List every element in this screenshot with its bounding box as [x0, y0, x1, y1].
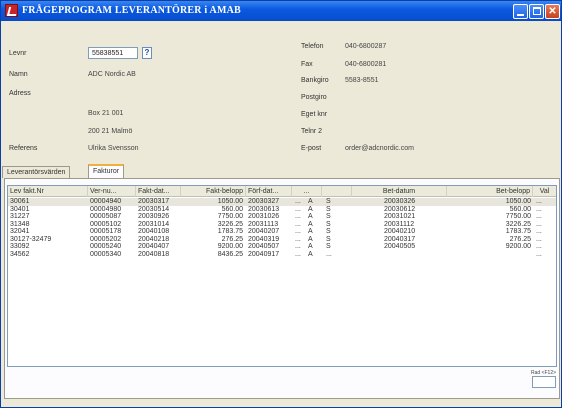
epost-value: order@adcnordic.com [345, 145, 414, 152]
rad-input[interactable] [532, 376, 556, 388]
title-bar[interactable]: FRÅGEPROGRAM LEVERANTÖRER i AMAB ✕ [1, 1, 561, 21]
col-header-ver-nr[interactable]: Ver-nu... [88, 186, 136, 197]
minimize-button[interactable] [513, 4, 528, 19]
col-header-fakt-belopp[interactable]: Fakt-belopp [181, 186, 246, 197]
cell-bet-datum [384, 251, 434, 259]
col-header-val[interactable]: Val [533, 186, 556, 197]
cell-lev-fakt-nr: 34562 [10, 250, 30, 258]
col-header-bet-belopp[interactable]: Bet-belopp [447, 186, 533, 197]
tab-leverantorsvarden[interactable]: Leverantörsvärden [2, 166, 71, 178]
col-header-bet-datum[interactable]: Bet-datum [352, 186, 447, 197]
cell-ver-nr: 00005340 [90, 250, 122, 258]
namn-value: ADC Nordic AB [88, 71, 136, 78]
close-icon: ✕ [548, 6, 557, 17]
levnr-label: Levnr [9, 50, 27, 57]
postgiro-label: Postgiro [301, 94, 327, 101]
epost-label: E-post [301, 145, 322, 152]
telefon-value: 040-6800287 [345, 43, 387, 50]
bankgiro-label: Bankgiro [301, 77, 329, 84]
levnr-input[interactable] [88, 47, 138, 59]
invoice-grid[interactable]: Lev fakt.Nr Ver-nu... Fakt-dat... Fakt-b… [7, 185, 557, 367]
referens-value: Ulrika Svensson [88, 145, 139, 152]
telefon-label: Telefon [301, 43, 324, 50]
app-logo-icon [5, 4, 18, 17]
window-title: FRÅGEPROGRAM LEVERANTÖRER i AMAB [22, 5, 241, 16]
fax-label: Fax [301, 61, 313, 68]
cell-val[interactable]: ... [536, 251, 554, 259]
cell-fakt-belopp: 8436.25 [217, 250, 243, 258]
cell-status-a: A [308, 250, 313, 258]
table-row[interactable]: 34562 00005340 20040818 8436.25 20040917... A… [8, 251, 556, 259]
col-header-fakt-dat[interactable]: Fakt-dat... [136, 186, 181, 197]
tab-strip: Leverantörsvärden Fakturor [1, 164, 561, 178]
referens-label: Referens [9, 145, 38, 152]
grid-header: Lev fakt.Nr Ver-nu... Fakt-dat... Fakt-b… [8, 186, 556, 197]
minimize-icon [517, 14, 524, 16]
close-button[interactable]: ✕ [545, 4, 560, 19]
cell-status-s: ... [326, 250, 332, 258]
levnr-lookup-button[interactable]: ? [142, 47, 152, 59]
cell-status-dots: ... [295, 250, 301, 258]
col-header-forf-dat[interactable]: Förf-dat... [246, 186, 292, 197]
adress-label: Adress [9, 90, 31, 97]
bankgiro-value: 5583-8551 [345, 77, 379, 84]
cell-forf-dat: 20040917 [248, 250, 280, 258]
fax-value: 040-6800281 [345, 61, 387, 68]
namn-label: Namn [9, 71, 28, 78]
adress-line2: 200 21 Malmö [88, 128, 133, 135]
tab-fakturor[interactable]: Fakturor [88, 164, 125, 178]
col-header-lev-fakt-nr[interactable]: Lev fakt.Nr [8, 186, 88, 197]
cell-bet-belopp [449, 251, 531, 259]
eget-knr-label: Eget knr [301, 111, 328, 118]
cell-fakt-dat: 20040818 [138, 250, 170, 258]
telnr2-label: Telnr 2 [301, 128, 323, 135]
maximize-button[interactable] [529, 4, 544, 19]
col-header-status[interactable]: ... [292, 186, 322, 197]
maximize-icon [533, 7, 541, 15]
adress-line1: Box 21 001 [88, 110, 124, 117]
app-window: FRÅGEPROGRAM LEVERANTÖRER i AMAB ✕ Levnr… [0, 0, 562, 408]
col-header-blank[interactable] [322, 186, 352, 197]
